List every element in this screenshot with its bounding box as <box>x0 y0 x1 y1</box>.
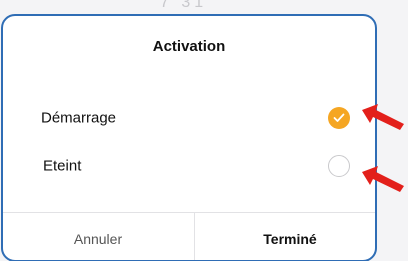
red-arrow-icon <box>362 166 404 192</box>
empty-circle-icon[interactable] <box>328 155 350 177</box>
done-button[interactable]: Terminé <box>195 213 375 260</box>
cancel-button[interactable]: Annuler <box>3 213 193 260</box>
dialog-footer: Annuler Terminé <box>3 212 375 260</box>
option-label: Eteint <box>43 157 82 175</box>
option-demarrage[interactable]: Démarrage <box>3 98 375 138</box>
screen: 7 31 Activation Démarrage Eteint Annuler… <box>0 0 408 261</box>
check-circle-icon[interactable] <box>328 107 350 129</box>
option-eteint[interactable]: Eteint <box>3 146 375 186</box>
red-arrow-icon <box>362 104 404 130</box>
activation-dialog: Activation Démarrage Eteint Annuler Term… <box>1 14 377 261</box>
dialog-title: Activation <box>152 38 226 55</box>
background-time-fragment: 7 31 <box>160 0 208 11</box>
option-label: Démarrage <box>41 109 117 127</box>
